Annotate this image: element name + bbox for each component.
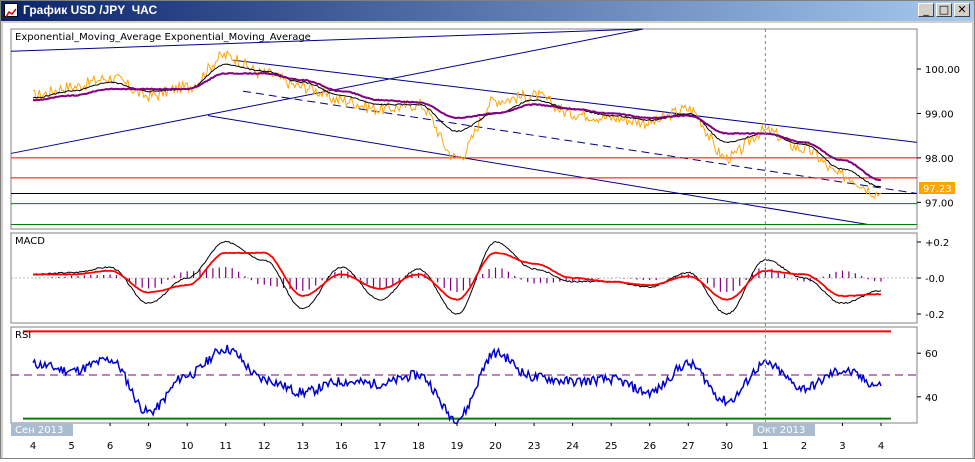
x-tick-label: 19 (451, 441, 464, 452)
price-y-tick-label: 100.00 (925, 65, 960, 76)
x-tick-label: 3 (839, 441, 845, 452)
macd-y-tick-label: -0.0 (925, 274, 945, 285)
price-y-tick-label: 99.00 (925, 109, 954, 120)
chart-area[interactable]: 100.00 99.00 98.00 97.00 +0.2 -0.0 -0.2 60 40 4 5 6… (3, 23, 972, 458)
month-label-oct: Окт 2013 (757, 425, 805, 436)
minimize-icon: _ (923, 3, 929, 16)
price-y-tick-label: 98.00 (925, 154, 954, 165)
x-tick-label: 10 (181, 441, 194, 452)
x-tick-label: 30 (720, 441, 733, 452)
x-tick-label: 4 (30, 441, 36, 452)
chart-icon (4, 3, 18, 18)
close-icon: ✕ (957, 3, 967, 16)
x-tick-label: 16 (335, 441, 348, 452)
x-tick-label: 23 (528, 441, 541, 452)
close-button[interactable]: ✕ (954, 3, 970, 17)
rsi-y-tick-label: 40 (925, 393, 938, 404)
x-tick-label: 24 (566, 441, 579, 452)
x-tick-label: 1 (762, 441, 768, 452)
x-tick-label: 12 (258, 441, 271, 452)
window-title: График USD /JPY ЧАС (23, 3, 158, 17)
x-tick-label: 11 (219, 441, 232, 452)
current-price-value: 97.23 (923, 184, 952, 195)
x-tick-label: 18 (412, 441, 425, 452)
x-tick-label: 26 (643, 441, 656, 452)
x-tick-label: 5 (68, 441, 74, 452)
macd-panel-title: MACD (15, 236, 45, 247)
minimize-button[interactable]: _ (918, 3, 934, 17)
x-tick-label: 2 (801, 441, 807, 452)
chart-canvas[interactable]: 100.00 99.00 98.00 97.00 +0.2 -0.0 -0.2 60 40 4 5 6… (3, 23, 972, 458)
title-bar[interactable]: График USD /JPY ЧАС _ □ ✕ (1, 1, 974, 21)
maximize-button[interactable]: □ (936, 3, 952, 17)
chart-window: График USD /JPY ЧАС _ □ ✕ 100.00 99.00 98.… (0, 0, 975, 459)
x-tick-label: 6 (107, 441, 113, 452)
rsi-y-tick-label: 60 (925, 349, 938, 360)
month-label-sep: Сен 2013 (15, 425, 63, 436)
macd-y-tick-label: -0.2 (925, 310, 945, 321)
macd-y-tick-label: +0.2 (925, 238, 949, 249)
price-y-tick-label: 97.00 (925, 198, 954, 209)
x-tick-label: 9 (145, 441, 151, 452)
x-tick-label: 20 (489, 441, 502, 452)
x-tick-label: 13 (296, 441, 309, 452)
rsi-panel-title: RSI (15, 330, 31, 341)
x-tick-label: 25 (605, 441, 618, 452)
price-panel-title: Exponential_Moving_Average Exponential_M… (15, 32, 311, 43)
x-tick-label: 17 (374, 441, 387, 452)
x-tick-label: 27 (682, 441, 695, 452)
x-tick-label: 4 (878, 441, 884, 452)
maximize-icon: □ (938, 3, 950, 16)
